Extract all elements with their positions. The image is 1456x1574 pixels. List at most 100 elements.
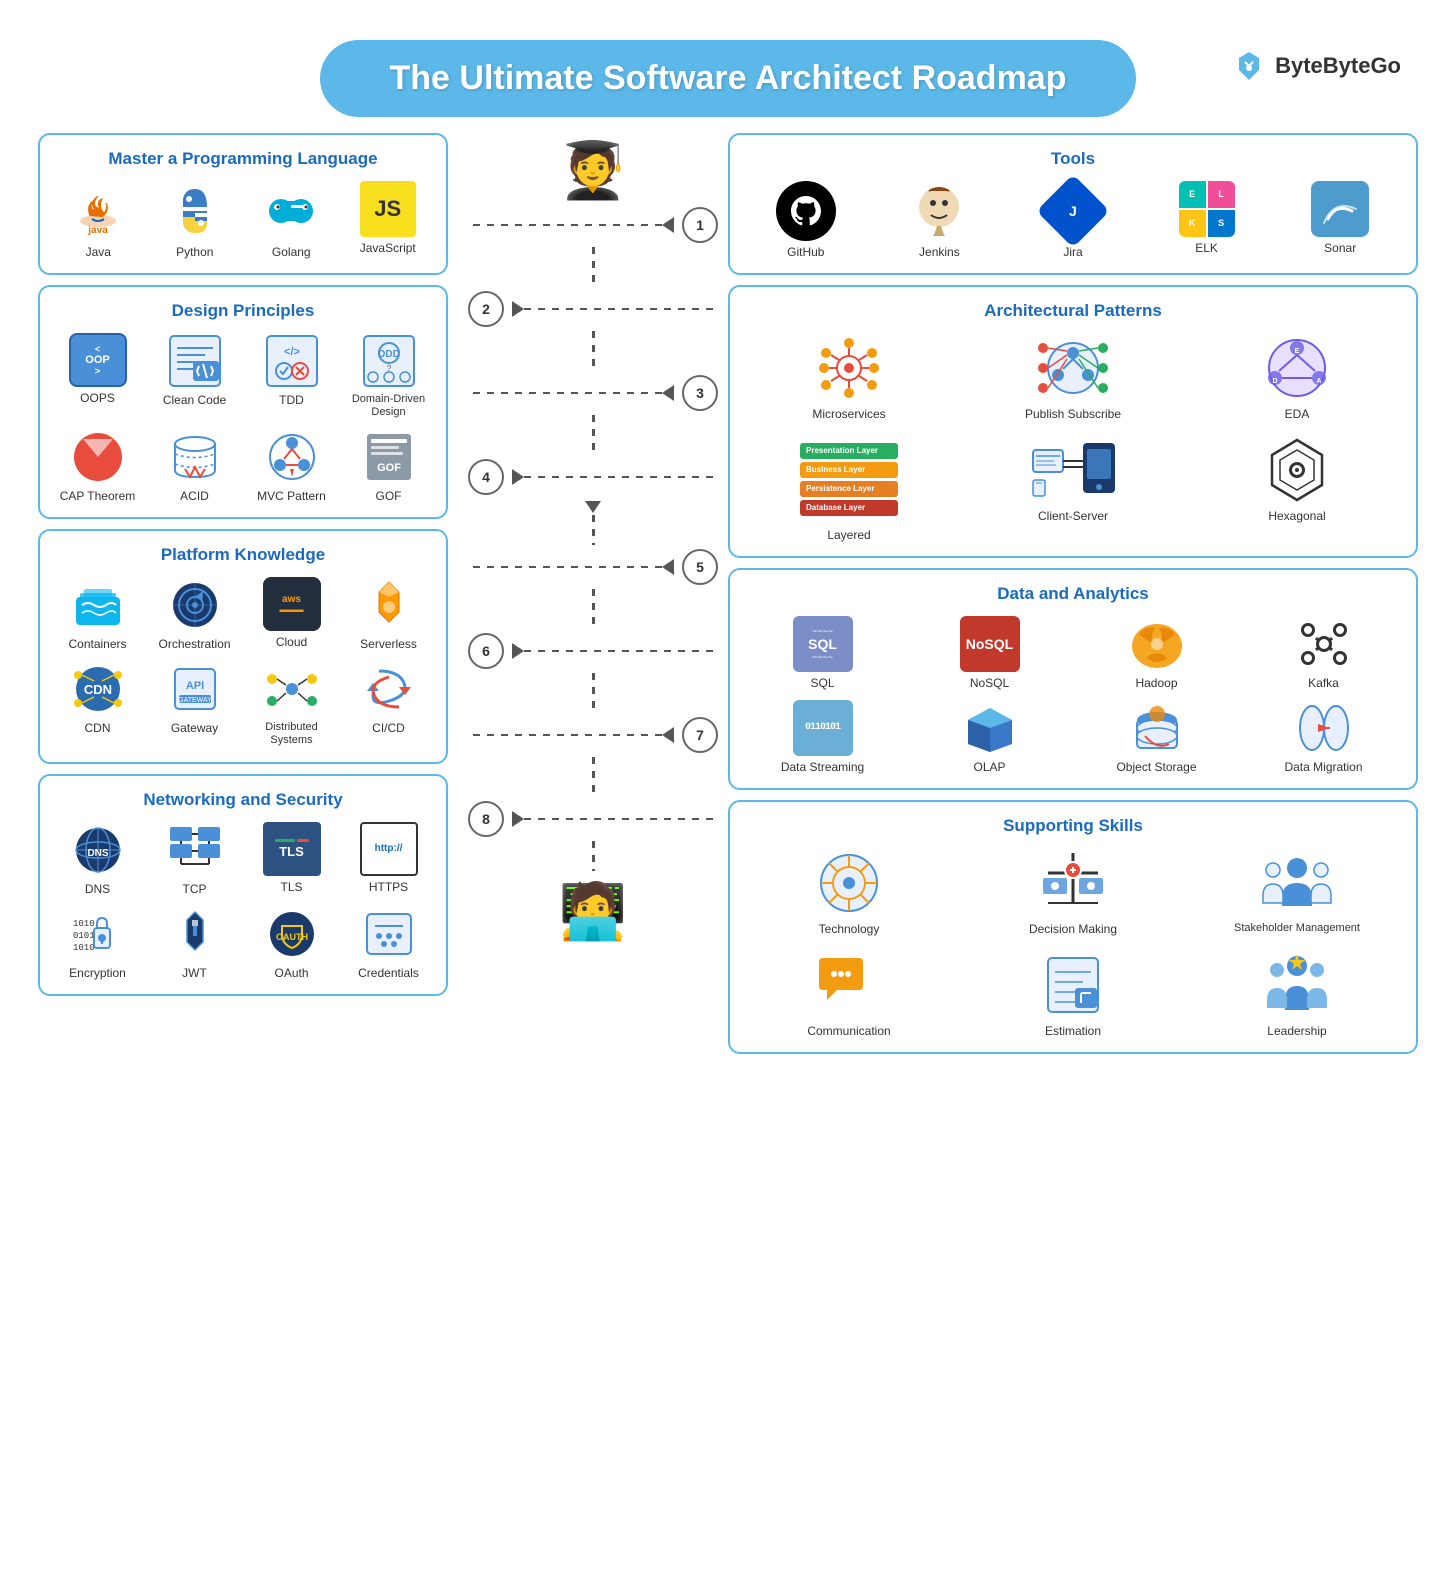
step2-row: 2	[468, 291, 718, 327]
elk-cell2: L	[1208, 181, 1235, 208]
kafka-label: Kafka	[1308, 676, 1339, 690]
eda-icon: E D A	[1257, 333, 1337, 403]
icon-oops: < OOP > OOPS	[54, 333, 141, 419]
icon-cleancode: Clean Code	[151, 333, 238, 419]
icon-technology: Technology	[744, 848, 954, 936]
encryption-label: Encryption	[69, 966, 126, 980]
communication-icon	[809, 950, 889, 1020]
step3-circle: 3	[682, 375, 718, 411]
leadership-label: Leadership	[1267, 1024, 1326, 1038]
icon-gateway: API GATEWAY Gateway	[151, 661, 238, 747]
sonar-svg	[1320, 191, 1360, 227]
vline3	[592, 415, 595, 455]
platform-grid: Containers Orchestration	[54, 577, 432, 747]
section-platform: Platform Knowledge Containers	[38, 529, 448, 763]
icon-https: http:// HTTPS	[345, 822, 432, 896]
golang-label: Golang	[272, 245, 311, 259]
data-title: Data and Analytics	[744, 584, 1402, 604]
eda-label: EDA	[1285, 407, 1310, 421]
design-grid: < OOP > OOPS	[54, 333, 432, 503]
orchestration-icon	[165, 577, 225, 633]
icon-oauth: OAUTH OAuth	[248, 906, 335, 980]
github-circle	[776, 181, 836, 241]
mvc-label: MVC Pattern	[257, 489, 326, 503]
oauth-label: OAuth	[274, 966, 308, 980]
tools-grid: GitHub Jenkins	[744, 181, 1402, 259]
icon-hadoop: Hadoop	[1078, 616, 1235, 690]
svg-text:E: E	[1295, 348, 1300, 355]
oops-box: < OOP >	[69, 333, 127, 387]
svg-text:</>: </>	[284, 346, 300, 358]
icon-jwt: JWT	[151, 906, 238, 980]
networking-title: Networking and Security	[54, 790, 432, 810]
icon-cap: CAP Theorem	[54, 429, 141, 503]
step6-row: 6	[468, 633, 718, 669]
layer-database-text: Database Layer	[806, 503, 865, 512]
svg-text:GATEWAY: GATEWAY	[178, 697, 212, 704]
step6-circle: 6	[468, 633, 504, 669]
technology-label: Technology	[819, 922, 880, 936]
aws-label: aws	[280, 594, 304, 605]
section-design: Design Principles < OOP > OOPS	[38, 285, 448, 519]
step1-dashes-left	[468, 224, 662, 226]
nosql-text: NoSQL	[966, 636, 1013, 652]
cloud-label: Cloud	[276, 635, 307, 649]
icon-ddd: DDD ? Domain-Driven Design	[345, 333, 432, 419]
step8-dashes-right	[524, 818, 718, 820]
section-networking: Networking and Security DNS DNS	[38, 774, 448, 996]
vline5	[592, 589, 595, 629]
icon-tls: TLS TLS	[248, 822, 335, 896]
platform-title: Platform Knowledge	[54, 545, 432, 565]
icon-cicd: CI/CD	[345, 661, 432, 747]
aws-sub: ▬▬▬	[280, 605, 304, 614]
cicd-icon	[359, 661, 419, 717]
gateway-label: Gateway	[171, 721, 218, 735]
icon-nosql: NoSQL NoSQL	[911, 616, 1068, 690]
svg-text:1010: 1010	[73, 919, 95, 929]
step3-dashes-left	[468, 392, 662, 394]
oops-bracket-open: <	[95, 344, 100, 354]
gateway-icon: API GATEWAY	[165, 661, 225, 717]
figure-top: 🧑‍🎓	[559, 143, 627, 198]
cicd-label: CI/CD	[372, 721, 405, 735]
step2-dashes-right	[524, 308, 718, 310]
hexagonal-label: Hexagonal	[1268, 509, 1325, 523]
vline4	[592, 515, 595, 545]
ddd-icon: DDD ?	[359, 333, 419, 389]
icon-orchestration: Orchestration	[151, 577, 238, 651]
java-label: Java	[86, 245, 111, 259]
clientserver-label: Client-Server	[1038, 509, 1108, 523]
svg-text:java: java	[88, 225, 109, 236]
icon-pubsub: Publish Subscribe	[968, 333, 1178, 421]
icon-olap: OLAP	[911, 700, 1068, 774]
acid-label: ACID	[180, 489, 209, 503]
step8-row: 8	[468, 801, 718, 837]
distributed-icon	[262, 661, 322, 717]
icon-tcp: TCP	[151, 822, 238, 896]
cap-icon	[68, 429, 128, 485]
olap-icon	[960, 700, 1020, 756]
icon-dns: DNS DNS	[54, 822, 141, 896]
sql-text: SQL	[808, 636, 837, 652]
icon-layered: Presentation Layer Business Layer Persis…	[744, 435, 954, 542]
oops-label: OOPS	[80, 391, 115, 405]
icon-objectstorage: Object Storage	[1078, 700, 1235, 774]
dns-icon: DNS	[68, 822, 128, 878]
sql-bottom-text: ~~~~	[812, 652, 833, 662]
svg-text:0101: 0101	[73, 931, 95, 941]
tls-line-red	[297, 839, 309, 842]
icon-sonar: Sonar	[1278, 181, 1402, 259]
credentials-label: Credentials	[358, 966, 419, 980]
distributed-label: Distributed Systems	[248, 721, 335, 747]
tls-line-green	[275, 839, 295, 842]
icon-golang: Golang	[247, 181, 336, 259]
datastreaming-label: Data Streaming	[781, 760, 864, 774]
vline7	[592, 757, 595, 797]
icon-gof: GOF GOF	[345, 429, 432, 503]
icon-microservices: Microservices	[744, 333, 954, 421]
step1-circle: 1	[682, 207, 718, 243]
brand-logo-icon	[1231, 48, 1267, 84]
step2-circle: 2	[468, 291, 504, 327]
kafka-icon	[1294, 616, 1354, 672]
step4-dashes-right	[524, 476, 718, 478]
